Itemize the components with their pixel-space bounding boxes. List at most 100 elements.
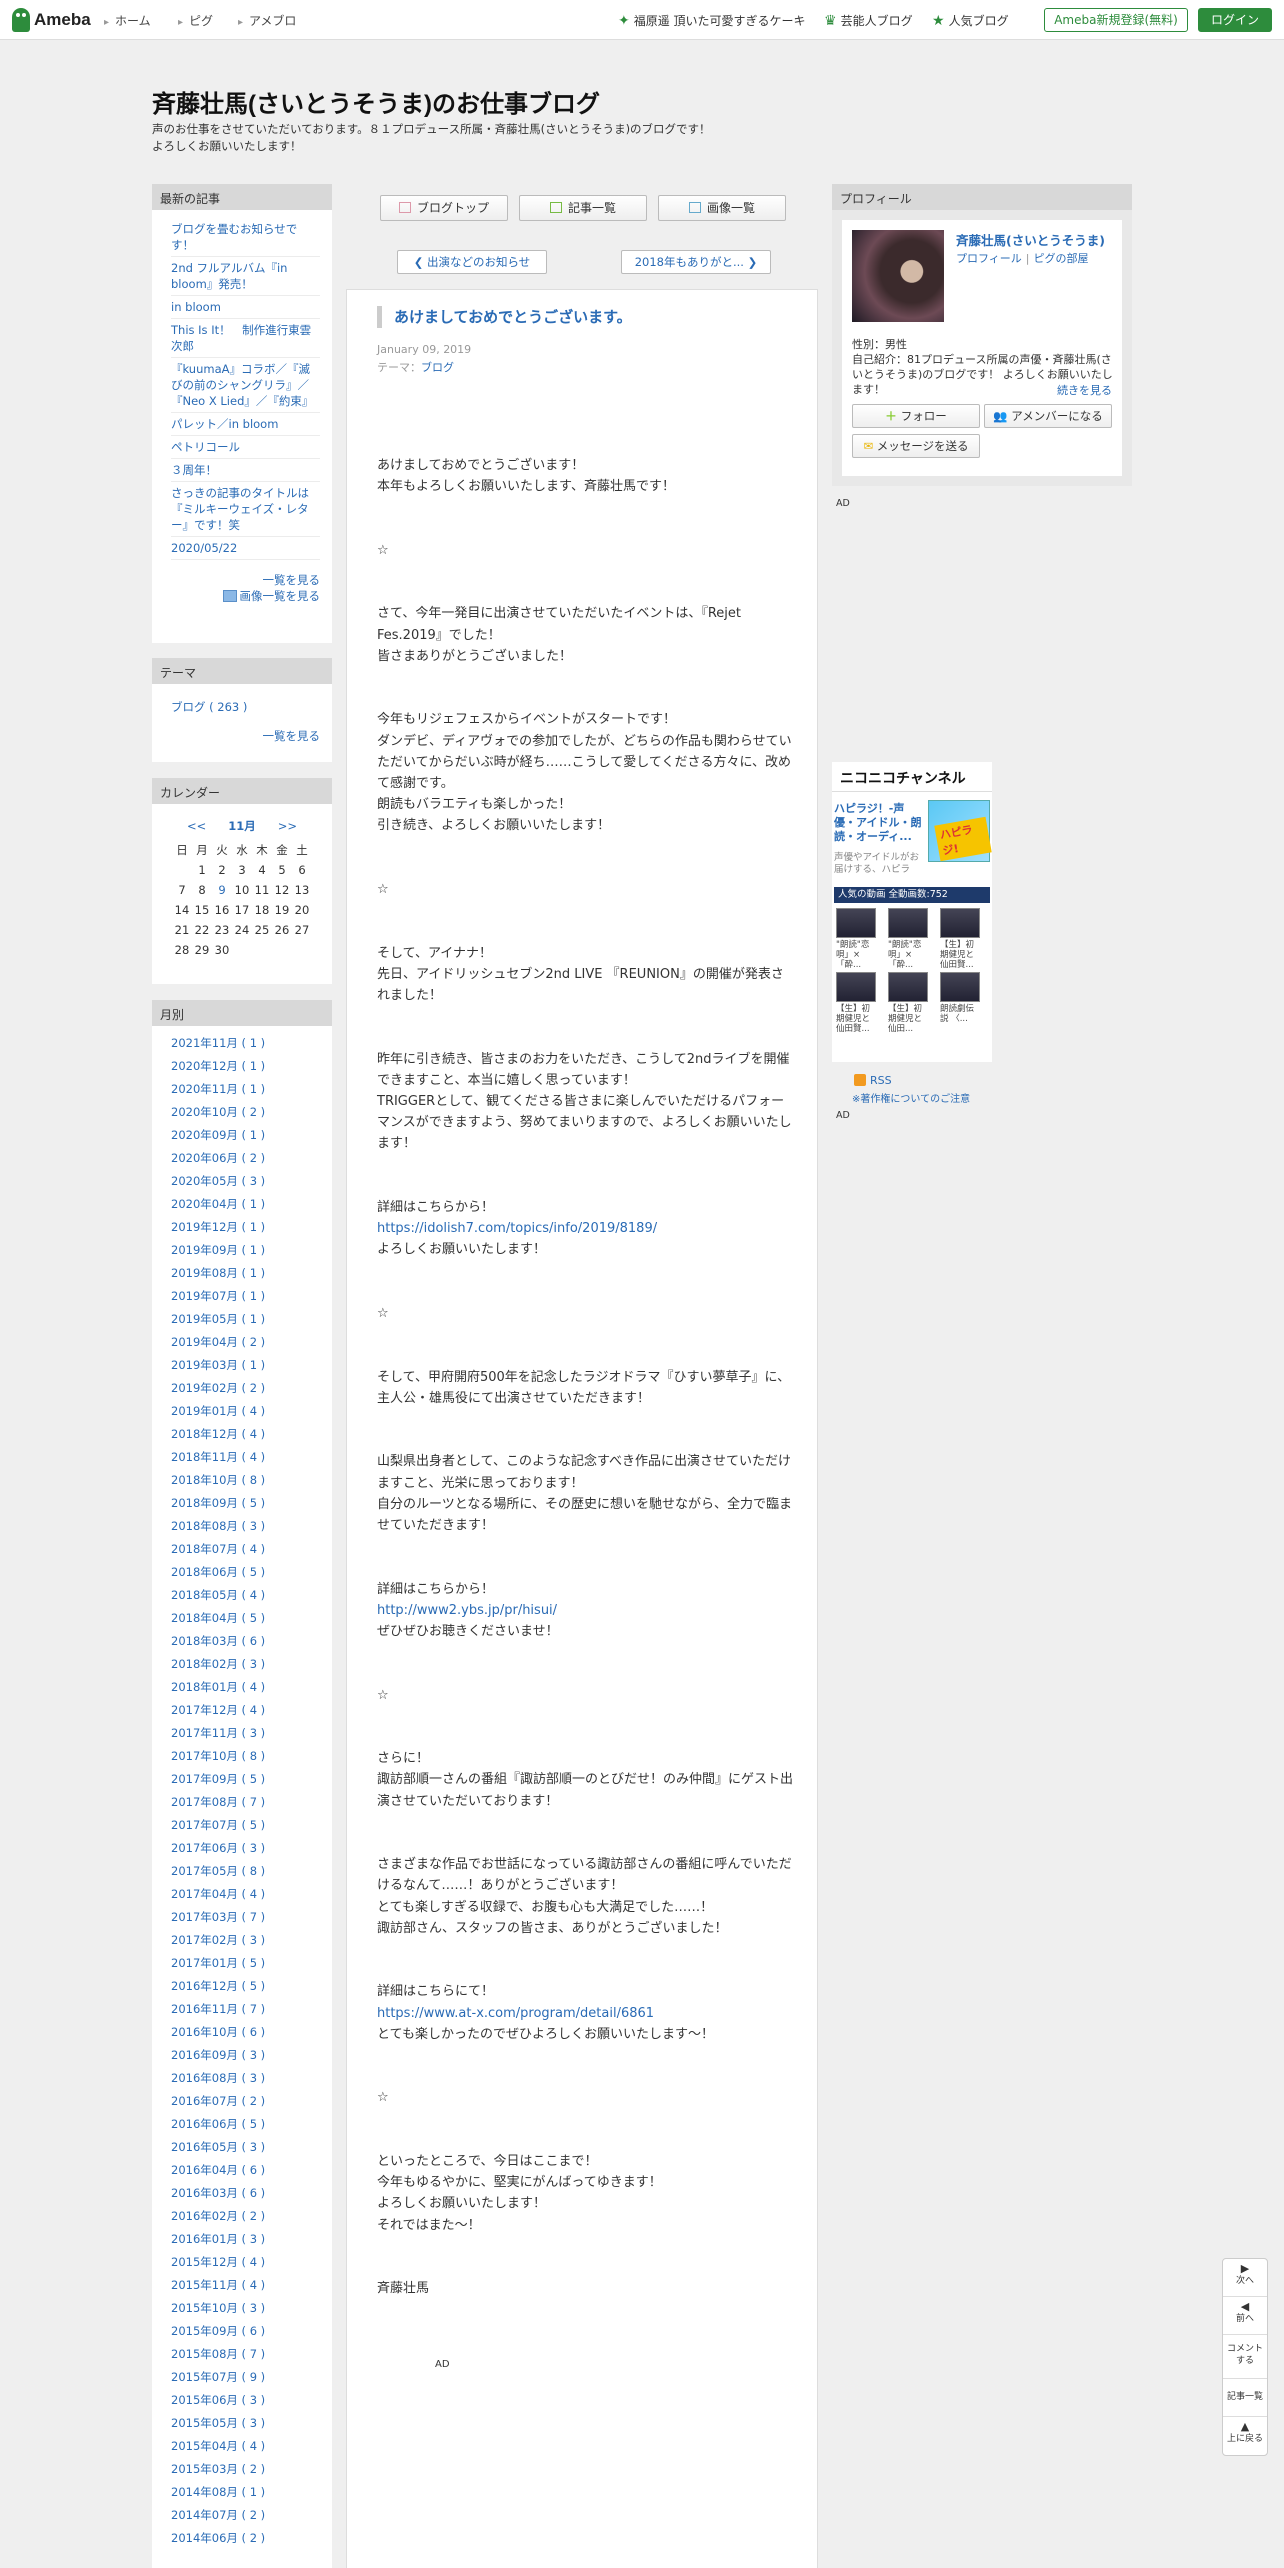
monthly-archive-link[interactable]: 2017年07月 ( 5 ): [171, 1814, 320, 1837]
monthly-archive-link[interactable]: 2018年04月 ( 5 ): [171, 1607, 320, 1630]
monthly-archive-link[interactable]: 2018年10月 ( 8 ): [171, 1469, 320, 1492]
niconico-channel-widget[interactable]: ニコニコチャンネル ハピラジ！-声優・アイドル・朗読・オーディ... 声優やアイ…: [832, 762, 992, 1062]
login-button[interactable]: ログイン: [1198, 8, 1272, 32]
monthly-archive-link[interactable]: 2018年02月 ( 3 ): [171, 1653, 320, 1676]
monthly-archive-link[interactable]: 2016年01月 ( 3 ): [171, 2228, 320, 2251]
monthly-archive-link[interactable]: 2016年04月 ( 6 ): [171, 2159, 320, 2182]
recent-article-link[interactable]: ブログを畳むお知らせです！: [171, 218, 320, 257]
recent-more-link[interactable]: 一覧を見る: [171, 572, 321, 588]
monthly-archive-link[interactable]: 2018年06月 ( 5 ): [171, 1561, 320, 1584]
monthly-archive-link[interactable]: 2016年09月 ( 3 ): [171, 2044, 320, 2067]
monthly-archive-link[interactable]: 2018年01月 ( 4 ): [171, 1676, 320, 1699]
monthly-archive-link[interactable]: 2015年07月 ( 9 ): [171, 2366, 320, 2389]
niconico-channel-title[interactable]: ハピラジ！-声優・アイドル・朗読・オーディ...: [834, 802, 924, 844]
ameba-logo[interactable]: Ameba: [12, 7, 91, 33]
monthly-archive-link[interactable]: 2017年12月 ( 4 ): [171, 1699, 320, 1722]
monthly-archive-link[interactable]: 2020年05月 ( 3 ): [171, 1170, 320, 1193]
promo-hot-topic-link[interactable]: ✦ 福原遥 頂いた可愛すぎるケーキ: [618, 12, 806, 29]
send-message-button[interactable]: ✉ メッセージを送る: [852, 434, 980, 458]
float-list-button[interactable]: 記事一覧: [1223, 2379, 1267, 2417]
monthly-archive-link[interactable]: 2016年05月 ( 3 ): [171, 2136, 320, 2159]
monthly-archive-link[interactable]: 2020年12月 ( 1 ): [171, 1055, 320, 1078]
profile-more-link[interactable]: 続きを見る: [1057, 382, 1112, 398]
article-title[interactable]: あけましておめでとうございます。: [377, 306, 787, 328]
monthly-archive-link[interactable]: 2015年03月 ( 2 ): [171, 2458, 320, 2481]
promo-popular-blog-link[interactable]: ★ 人気ブログ: [932, 12, 1009, 29]
monthly-archive-link[interactable]: 2015年09月 ( 6 ): [171, 2320, 320, 2343]
nav-ameblo-link[interactable]: アメブロ: [238, 12, 296, 29]
monthly-archive-link[interactable]: 2015年05月 ( 3 ): [171, 2412, 320, 2435]
monthly-archive-link[interactable]: 2016年02月 ( 2 ): [171, 2205, 320, 2228]
monthly-archive-link[interactable]: 2018年07月 ( 4 ): [171, 1538, 320, 1561]
monthly-archive-link[interactable]: 2017年04月 ( 4 ): [171, 1883, 320, 1906]
recent-article-link[interactable]: in bloom: [171, 296, 320, 319]
article-link[interactable]: http://www2.ybs.jp/pr/hisui/: [377, 1600, 793, 1621]
monthly-archive-link[interactable]: 2014年08月 ( 1 ): [171, 2481, 320, 2504]
monthly-archive-link[interactable]: 2018年11月 ( 4 ): [171, 1446, 320, 1469]
niconico-video[interactable]: 【生】初期健児と仙田賢...: [836, 972, 876, 1034]
profile-name[interactable]: 斉藤壮馬(さいとうそうま): [956, 230, 1105, 249]
article-list-button[interactable]: 記事一覧: [519, 195, 647, 221]
monthly-archive-link[interactable]: 2015年12月 ( 4 ): [171, 2251, 320, 2274]
niconico-video[interactable]: "朗読"恋唄」×「酔...: [888, 908, 928, 970]
recent-article-link[interactable]: This Is It！ 制作進行東雲次郎: [171, 319, 320, 358]
become-member-button[interactable]: 👥 アメンバーになる: [984, 404, 1112, 428]
pigg-room-link[interactable]: ピグの部屋: [1034, 252, 1089, 265]
avatar[interactable]: [852, 230, 944, 322]
monthly-archive-link[interactable]: 2020年04月 ( 1 ): [171, 1193, 320, 1216]
monthly-archive-link[interactable]: 2020年09月 ( 1 ): [171, 1124, 320, 1147]
blog-title[interactable]: 斉藤壮馬(さいとうそうま)のお仕事ブログ: [152, 84, 600, 119]
float-comment-button[interactable]: コメントする: [1223, 2335, 1267, 2379]
monthly-archive-link[interactable]: 2015年10月 ( 3 ): [171, 2297, 320, 2320]
monthly-archive-link[interactable]: 2019年08月 ( 1 ): [171, 1262, 320, 1285]
monthly-archive-link[interactable]: 2018年09月 ( 5 ): [171, 1492, 320, 1515]
monthly-archive-link[interactable]: 2017年03月 ( 7 ): [171, 1906, 320, 1929]
monthly-archive-link[interactable]: 2017年06月 ( 3 ): [171, 1837, 320, 1860]
monthly-archive-link[interactable]: 2020年10月 ( 2 ): [171, 1101, 320, 1124]
monthly-archive-link[interactable]: 2019年04月 ( 2 ): [171, 1331, 320, 1354]
article-theme-link[interactable]: ブログ: [421, 361, 454, 374]
monthly-archive-link[interactable]: 2017年02月 ( 3 ): [171, 1929, 320, 1952]
recent-article-link[interactable]: ３周年！: [171, 459, 320, 482]
recent-article-link[interactable]: さっきの記事のタイトルは『ミルキーウェイズ・レター』です！笑: [171, 482, 320, 537]
float-top-button[interactable]: ▲ 上に戻る: [1223, 2417, 1267, 2455]
monthly-archive-link[interactable]: 2016年03月 ( 6 ): [171, 2182, 320, 2205]
image-list-button[interactable]: 画像一覧: [658, 195, 786, 221]
niconico-video[interactable]: "朗読"恋唄」×「酔...: [836, 908, 876, 970]
blog-top-button[interactable]: ブログトップ: [380, 195, 508, 221]
theme-item-blog[interactable]: ブログ ( 263 ): [171, 696, 320, 718]
calendar-next-link[interactable]: >>: [278, 819, 297, 833]
article-link[interactable]: https://idolish7.com/topics/info/2019/81…: [377, 1218, 793, 1239]
monthly-archive-link[interactable]: 2016年07月 ( 2 ): [171, 2090, 320, 2113]
copyright-note-link[interactable]: ※著作権についてのご注意: [852, 1090, 970, 1105]
next-article-button[interactable]: 2018年もありがと... ❯: [621, 250, 771, 274]
register-button[interactable]: Ameba新規登録(無料): [1044, 8, 1188, 32]
recent-article-link[interactable]: 2nd フルアルバム『in bloom』発売！: [171, 257, 320, 296]
monthly-archive-link[interactable]: 2017年01月 ( 5 ): [171, 1952, 320, 1975]
recent-article-link[interactable]: 『kuumaA』コラボ／『滅びの前のシャングリラ』／『Neo X Lied』／『…: [171, 358, 320, 413]
niconico-video[interactable]: 朗読劇伝説 〈...: [940, 972, 980, 1024]
recent-article-link[interactable]: 2020/05/22: [171, 537, 320, 560]
monthly-archive-link[interactable]: 2018年03月 ( 6 ): [171, 1630, 320, 1653]
image-list-link[interactable]: 画像一覧を見る: [171, 588, 320, 604]
profile-link[interactable]: プロフィール: [956, 252, 1022, 265]
monthly-archive-link[interactable]: 2019年09月 ( 1 ): [171, 1239, 320, 1262]
monthly-archive-link[interactable]: 2019年07月 ( 1 ): [171, 1285, 320, 1308]
monthly-archive-link[interactable]: 2018年12月 ( 4 ): [171, 1423, 320, 1446]
monthly-archive-link[interactable]: 2018年05月 ( 4 ): [171, 1584, 320, 1607]
monthly-archive-link[interactable]: 2014年07月 ( 2 ): [171, 2504, 320, 2527]
prev-article-button[interactable]: ❮ 出演などのお知らせ: [397, 250, 547, 274]
monthly-archive-link[interactable]: 2015年04月 ( 4 ): [171, 2435, 320, 2458]
monthly-archive-link[interactable]: 2017年09月 ( 5 ): [171, 1768, 320, 1791]
monthly-archive-link[interactable]: 2020年06月 ( 2 ): [171, 1147, 320, 1170]
monthly-archive-link[interactable]: 2016年06月 ( 5 ): [171, 2113, 320, 2136]
monthly-archive-link[interactable]: 2016年11月 ( 7 ): [171, 1998, 320, 2021]
monthly-archive-link[interactable]: 2019年01月 ( 4 ): [171, 1400, 320, 1423]
monthly-archive-link[interactable]: 2014年06月 ( 2 ): [171, 2527, 320, 2550]
float-prev-button[interactable]: ◀ 前へ: [1223, 2297, 1267, 2335]
recent-article-link[interactable]: ペトリコール: [171, 436, 320, 459]
niconico-channel-thumbnail[interactable]: ハピラジ!: [928, 800, 992, 862]
monthly-archive-link[interactable]: 2017年05月 ( 8 ): [171, 1860, 320, 1883]
monthly-archive-link[interactable]: 2015年08月 ( 7 ): [171, 2343, 320, 2366]
promo-celebrity-blog-link[interactable]: ♛ 芸能人ブログ: [824, 12, 913, 29]
